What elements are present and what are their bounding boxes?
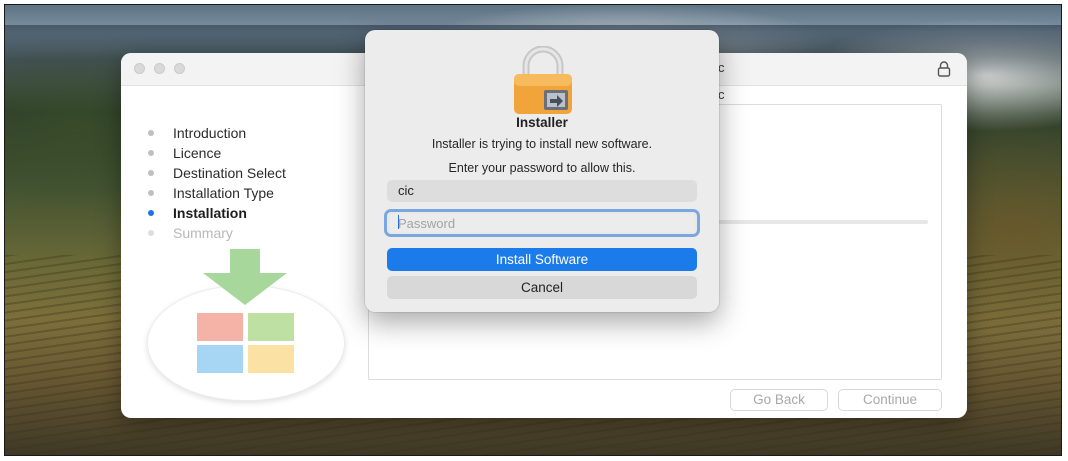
continue-button[interactable]: Continue	[838, 389, 942, 411]
logo-tile-blue	[197, 345, 243, 373]
step-dot	[148, 230, 154, 236]
username-field[interactable]: cic	[387, 180, 697, 202]
go-back-button[interactable]: Go Back	[730, 389, 828, 411]
step-label: Introduction	[173, 125, 247, 141]
zoom-window-button[interactable]	[174, 63, 185, 74]
step-destination-select: Destination Select	[146, 163, 286, 183]
step-dot	[148, 190, 154, 196]
step-dot	[148, 130, 154, 136]
download-arrow-icon	[203, 249, 287, 305]
install-software-button[interactable]: Install Software	[387, 248, 697, 271]
dialog-prompt: Enter your password to allow this.	[448, 161, 636, 175]
step-label: Installation	[173, 205, 247, 221]
dialog-message: Installer is trying to install new softw…	[431, 137, 653, 151]
step-summary: Summary	[146, 223, 286, 243]
step-installation: Installation	[146, 203, 286, 223]
step-introduction: Introduction	[146, 123, 286, 143]
step-label: Summary	[173, 225, 233, 241]
authentication-dialog: Installer Installer is trying to install…	[365, 30, 719, 312]
step-label: Licence	[173, 145, 222, 161]
minimize-window-button[interactable]	[154, 63, 165, 74]
lock-icon	[937, 61, 951, 77]
padlock-icon	[514, 46, 572, 114]
cancel-button[interactable]: Cancel	[387, 276, 697, 299]
step-dot-active	[148, 210, 154, 216]
dialog-title: Installer	[516, 115, 568, 130]
step-installation-type: Installation Type	[146, 183, 286, 203]
logo-tile-red	[197, 313, 243, 341]
step-dot	[148, 150, 154, 156]
step-label: Destination Select	[173, 165, 286, 181]
password-field[interactable]	[390, 214, 694, 232]
step-licence: Licence	[146, 143, 286, 163]
step-dot	[148, 170, 154, 176]
logo-tile-yellow	[248, 345, 294, 373]
password-focus-ring	[384, 209, 700, 237]
installer-steps: Introduction Licence Destination Select …	[146, 123, 286, 243]
close-window-button[interactable]	[134, 63, 145, 74]
text-caret	[398, 215, 399, 229]
product-logo	[147, 249, 345, 401]
install-progress-bar	[719, 220, 928, 224]
step-label: Installation Type	[173, 185, 274, 201]
logo-tile-green	[248, 313, 294, 341]
